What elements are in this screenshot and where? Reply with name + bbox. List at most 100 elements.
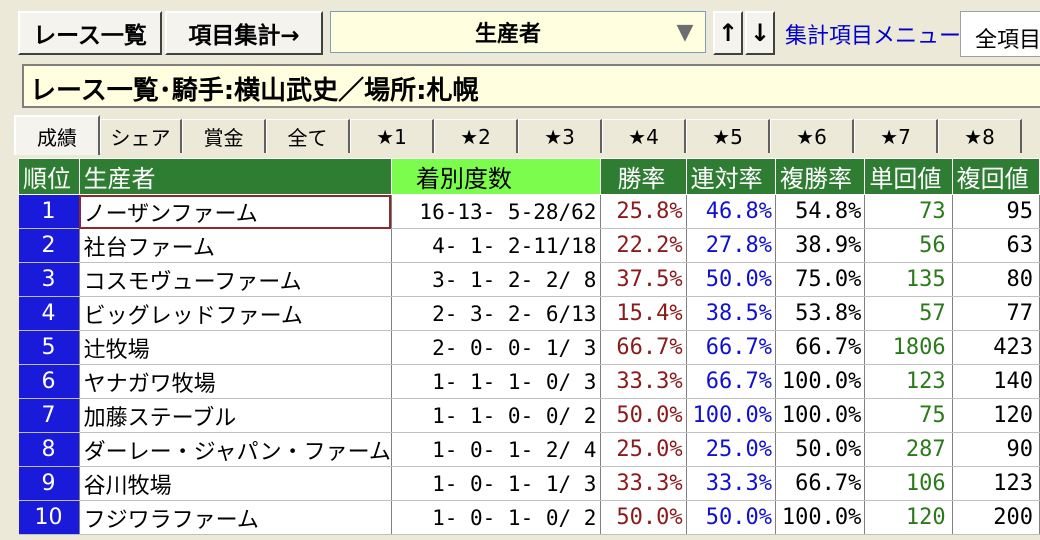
breeder-name-cell[interactable]: フジワラファーム [79, 500, 392, 535]
rank-cell[interactable]: 3 [18, 262, 80, 297]
rank-cell[interactable]: 10 [18, 500, 80, 535]
record-cell[interactable]: 2- 3- 2- 6/13 [391, 296, 602, 331]
breeder-name-cell[interactable]: 谷川牧場 [79, 466, 392, 501]
fuku-return-cell[interactable]: 77 [952, 296, 1040, 331]
tab-results[interactable]: 成績 [14, 115, 100, 155]
fuku-return-cell[interactable]: 95 [952, 194, 1040, 229]
table-row[interactable]: 1 ノーザンファーム 16-13- 5-28/62 25.8% 46.8% 54.8% 73… [18, 194, 1040, 229]
race-list-button[interactable]: レース一覧 [18, 11, 162, 55]
fukusho-rate-cell[interactable]: 66.7% [775, 466, 866, 501]
rentai-rate-cell[interactable]: 66.7% [686, 364, 776, 399]
tab-star-7[interactable]: ★7 [854, 119, 938, 153]
tan-return-cell[interactable]: 123 [864, 364, 953, 399]
rank-cell[interactable]: 7 [18, 398, 80, 433]
column-header-tan-return[interactable]: 単回値 [864, 158, 953, 195]
record-cell[interactable]: 2- 0- 0- 1/ 3 [391, 330, 602, 365]
column-header-record[interactable]: 着別度数 [390, 158, 602, 195]
table-row[interactable]: 5 辻牧場 2- 0- 0- 1/ 3 66.7% 66.7% 66.7% 1806 423 [18, 330, 1040, 365]
aggregate-button[interactable]: 項目集計→ [165, 11, 323, 55]
table-row[interactable]: 6 ヤナガワ牧場 1- 1- 1- 0/ 3 33.3% 66.7% 100.0% 123 1… [18, 364, 1040, 399]
record-cell[interactable]: 16-13- 5-28/62 [391, 194, 602, 229]
rank-cell[interactable]: 6 [18, 364, 80, 399]
rank-cell[interactable]: 9 [18, 466, 80, 501]
win-rate-cell[interactable]: 25.8% [600, 194, 687, 229]
sort-up-button[interactable]: ↑ [713, 11, 743, 55]
rentai-rate-cell[interactable]: 100.0% [686, 398, 776, 433]
win-rate-cell[interactable]: 15.4% [600, 296, 687, 331]
fukusho-rate-cell[interactable]: 100.0% [775, 500, 866, 535]
table-row[interactable]: 8 ダーレー・ジャパン・ファーム 1- 0- 1- 2/ 4 25.0% 25.0% 50… [18, 432, 1040, 467]
fuku-return-cell[interactable]: 123 [952, 466, 1040, 501]
table-row[interactable]: 4 ビッグレッドファーム 2- 3- 2- 6/13 15.4% 38.5% 53.8% 5… [18, 296, 1040, 331]
tan-return-cell[interactable]: 120 [864, 500, 953, 535]
column-header-breeder[interactable]: 生産者 [78, 158, 392, 195]
table-row[interactable]: 9 谷川牧場 1- 0- 1- 1/ 3 33.3% 33.3% 66.7% 106 123 [18, 466, 1040, 501]
win-rate-cell[interactable]: 33.3% [600, 466, 687, 501]
rank-cell[interactable]: 2 [18, 228, 80, 263]
breeder-name-cell[interactable]: ノーザンファーム [79, 194, 392, 229]
breeder-name-cell[interactable]: ビッグレッドファーム [79, 296, 392, 331]
rentai-rate-cell[interactable]: 25.0% [686, 432, 776, 467]
win-rate-cell[interactable]: 25.0% [600, 432, 687, 467]
tan-return-cell[interactable]: 73 [864, 194, 953, 229]
all-items-select[interactable]: 全項目 [960, 11, 1040, 57]
fukusho-rate-cell[interactable]: 100.0% [775, 364, 866, 399]
tan-return-cell[interactable]: 1806 [864, 330, 953, 365]
rentai-rate-cell[interactable]: 46.8% [686, 194, 776, 229]
rank-cell[interactable]: 5 [18, 330, 80, 365]
rentai-rate-cell[interactable]: 50.0% [686, 262, 776, 297]
rentai-rate-cell[interactable]: 33.3% [686, 466, 776, 501]
column-header-fukusho-rate[interactable]: 複勝率 [774, 158, 866, 195]
record-cell[interactable]: 4- 1- 2-11/18 [391, 228, 602, 263]
aggregate-menu-link[interactable]: 集計項目メニュー [785, 18, 961, 50]
chevron-down-icon[interactable]: ▼ [665, 20, 705, 45]
rentai-rate-cell[interactable]: 38.5% [686, 296, 776, 331]
tab-share[interactable]: シェア [100, 119, 182, 153]
breeder-name-cell[interactable]: ダーレー・ジャパン・ファーム [79, 432, 392, 467]
win-rate-cell[interactable]: 50.0% [600, 398, 687, 433]
fuku-return-cell[interactable]: 140 [952, 364, 1040, 399]
fukusho-rate-cell[interactable]: 53.8% [775, 296, 866, 331]
tab-star-8[interactable]: ★8 [938, 119, 1022, 153]
table-row[interactable]: 7 加藤ステーブル 1- 1- 0- 0/ 2 50.0% 100.0% 100.0% 75… [18, 398, 1040, 433]
tan-return-cell[interactable]: 75 [864, 398, 953, 433]
table-row[interactable]: 2 社台ファーム 4- 1- 2-11/18 22.2% 27.8% 38.9% 56 63 [18, 228, 1040, 263]
column-header-win-rate[interactable]: 勝率 [600, 158, 687, 195]
column-header-rentai-rate[interactable]: 連対率 [685, 158, 776, 195]
breeder-name-cell[interactable]: ヤナガワ牧場 [79, 364, 392, 399]
tan-return-cell[interactable]: 287 [864, 432, 953, 467]
record-cell[interactable]: 1- 1- 1- 0/ 3 [391, 364, 602, 399]
record-cell[interactable]: 1- 0- 1- 0/ 2 [391, 500, 602, 535]
tan-return-cell[interactable]: 57 [864, 296, 953, 331]
win-rate-cell[interactable]: 37.5% [600, 262, 687, 297]
fuku-return-cell[interactable]: 200 [952, 500, 1040, 535]
fukusho-rate-cell[interactable]: 50.0% [775, 432, 866, 467]
table-row[interactable]: 10 フジワラファーム 1- 0- 1- 0/ 2 50.0% 50.0% 100.0% 1… [18, 500, 1040, 535]
aggregate-item-select[interactable]: 生産者 ▼ [330, 11, 706, 53]
win-rate-cell[interactable]: 66.7% [600, 330, 687, 365]
record-cell[interactable]: 1- 1- 0- 0/ 2 [391, 398, 602, 433]
breeder-name-cell[interactable]: 社台ファーム [79, 228, 392, 263]
tan-return-cell[interactable]: 106 [864, 466, 953, 501]
tan-return-cell[interactable]: 135 [864, 262, 953, 297]
record-cell[interactable]: 3- 1- 2- 2/ 8 [391, 262, 602, 297]
record-cell[interactable]: 1- 0- 1- 2/ 4 [391, 432, 602, 467]
fukusho-rate-cell[interactable]: 75.0% [775, 262, 866, 297]
breeder-name-cell[interactable]: 辻牧場 [79, 330, 392, 365]
win-rate-cell[interactable]: 50.0% [600, 500, 687, 535]
fukusho-rate-cell[interactable]: 54.8% [775, 194, 866, 229]
win-rate-cell[interactable]: 22.2% [600, 228, 687, 263]
win-rate-cell[interactable]: 33.3% [600, 364, 687, 399]
rank-cell[interactable]: 4 [18, 296, 80, 331]
rentai-rate-cell[interactable]: 50.0% [686, 500, 776, 535]
rentai-rate-cell[interactable]: 66.7% [686, 330, 776, 365]
fuku-return-cell[interactable]: 63 [952, 228, 1040, 263]
column-header-rank[interactable]: 順位 [18, 158, 80, 195]
tab-all[interactable]: 全て [266, 119, 350, 153]
column-header-fuku-return[interactable]: 複回値 [951, 158, 1040, 195]
tab-star-5[interactable]: ★5 [686, 119, 770, 153]
fukusho-rate-cell[interactable]: 38.9% [775, 228, 866, 263]
tab-star-3[interactable]: ★3 [518, 119, 602, 153]
fuku-return-cell[interactable]: 80 [952, 262, 1040, 297]
table-row[interactable]: 3 コスモヴューファーム 3- 1- 2- 2/ 8 37.5% 50.0% 75.0% 1… [18, 262, 1040, 297]
